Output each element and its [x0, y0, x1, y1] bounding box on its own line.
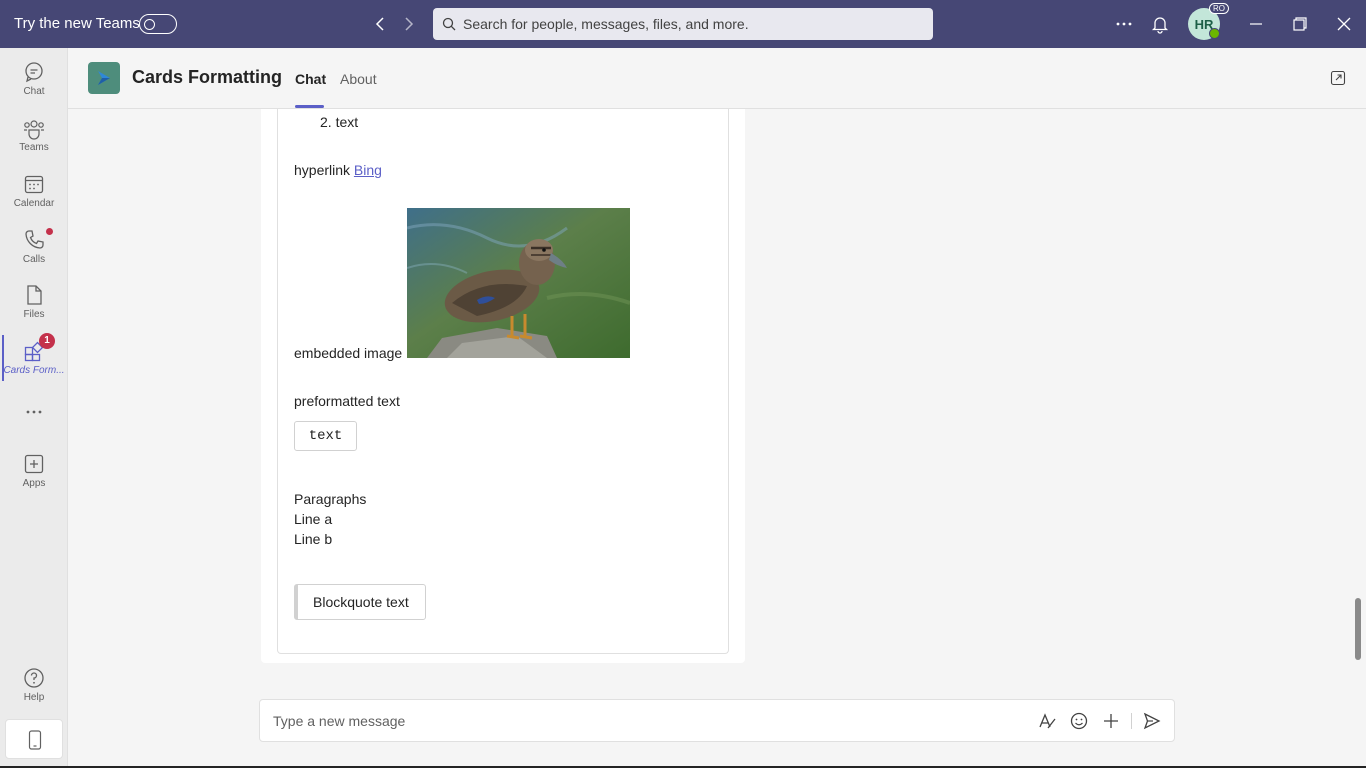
- scrollbar-thumb[interactable]: [1355, 598, 1361, 660]
- pop-out-icon[interactable]: [1330, 70, 1346, 86]
- rail-item-calls[interactable]: Calls: [0, 224, 68, 276]
- try-new-teams-label: Try the new Teams: [14, 15, 140, 32]
- app-header: Cards Formatting Chat About: [68, 48, 1366, 109]
- download-mobile-app-button[interactable]: [5, 719, 63, 759]
- notifications-bell-icon[interactable]: [1148, 12, 1172, 36]
- format-text-icon[interactable]: [1037, 711, 1057, 731]
- phone-icon: [25, 230, 44, 249]
- rail-item-apps[interactable]: Apps: [0, 448, 68, 500]
- search-icon: [442, 17, 456, 31]
- blockquote: Blockquote text: [294, 584, 426, 620]
- rail-item-files[interactable]: Files: [0, 279, 68, 331]
- page-title: Cards Formatting: [132, 67, 283, 87]
- rail-item-label: Calls: [22, 254, 46, 265]
- close-icon[interactable]: [1332, 12, 1356, 36]
- teams-icon: [24, 120, 44, 140]
- presence-status-icon: [1209, 28, 1220, 39]
- app-logo-icon: [88, 62, 120, 94]
- compose-divider: [1131, 713, 1132, 729]
- search-input[interactable]: [463, 8, 923, 40]
- rail-item-calendar[interactable]: Calendar: [0, 168, 68, 220]
- rail-item-label: Files: [23, 309, 45, 320]
- tab-about[interactable]: About: [340, 71, 377, 87]
- compose-box: [259, 699, 1175, 742]
- try-new-teams-toggle[interactable]: [139, 14, 177, 34]
- message-input[interactable]: [273, 700, 1013, 741]
- back-arrow-icon[interactable]: [370, 12, 390, 36]
- notification-badge: 1: [39, 333, 55, 349]
- rail-item-chat[interactable]: Chat: [0, 56, 68, 108]
- attach-plus-icon[interactable]: [1101, 711, 1121, 731]
- adaptive-card: [277, 109, 729, 654]
- rail-item-label: Cards Form...: [3, 365, 65, 376]
- rail-item-label: Teams: [19, 142, 49, 153]
- more-apps-button[interactable]: [0, 398, 68, 428]
- rail-item-cards-formatting[interactable]: 1 Cards Form...: [0, 333, 68, 387]
- ordered-list-item: 2. text: [320, 114, 359, 130]
- calls-notification-dot: [46, 228, 53, 235]
- paragraph-line-a: Line a: [294, 511, 333, 527]
- forward-arrow-icon[interactable]: [399, 12, 419, 36]
- emoji-icon[interactable]: [1069, 711, 1089, 731]
- paragraphs-heading: Paragraphs: [294, 491, 367, 507]
- rail-item-teams[interactable]: Teams: [0, 112, 68, 164]
- embedded-image-label: embedded image: [294, 345, 403, 361]
- more-options-icon[interactable]: [1112, 12, 1136, 36]
- rail-item-label: Help: [23, 692, 45, 703]
- rail-item-label: Apps: [22, 478, 46, 489]
- restore-icon[interactable]: [1288, 12, 1312, 36]
- app-rail: Chat Teams Calendar Calls Files 1 Cards …: [0, 48, 68, 768]
- toggle-knob: [144, 18, 155, 30]
- bing-link[interactable]: Bing: [354, 162, 382, 178]
- help-icon: [24, 668, 44, 688]
- mobile-phone-icon: [28, 730, 42, 750]
- send-icon[interactable]: [1142, 711, 1162, 731]
- preformatted-label: preformatted text: [294, 393, 400, 409]
- hyperlink-label: hyperlink: [294, 162, 351, 178]
- duck-image[interactable]: [407, 208, 630, 358]
- tab-chat[interactable]: Chat: [295, 71, 326, 87]
- calendar-icon: [24, 175, 44, 194]
- paragraph-line-b: Line b: [294, 531, 333, 547]
- rail-item-label: Chat: [23, 86, 45, 97]
- preformatted-code-block: text: [294, 421, 357, 451]
- rail-item-label: Calendar: [13, 198, 55, 209]
- file-icon: [27, 285, 42, 305]
- hyperlink-row: hyperlink Bing: [294, 162, 382, 178]
- org-badge: RO: [1209, 3, 1229, 14]
- active-tab-indicator: [295, 105, 324, 108]
- search-box[interactable]: [433, 8, 933, 40]
- minimize-icon[interactable]: [1244, 12, 1268, 36]
- chat-icon: [25, 62, 43, 83]
- rail-item-help[interactable]: Help: [0, 662, 68, 714]
- add-app-icon: [24, 454, 44, 474]
- title-bar: Try the new Teams HR RO: [0, 0, 1366, 48]
- more-options-icon: [26, 410, 42, 414]
